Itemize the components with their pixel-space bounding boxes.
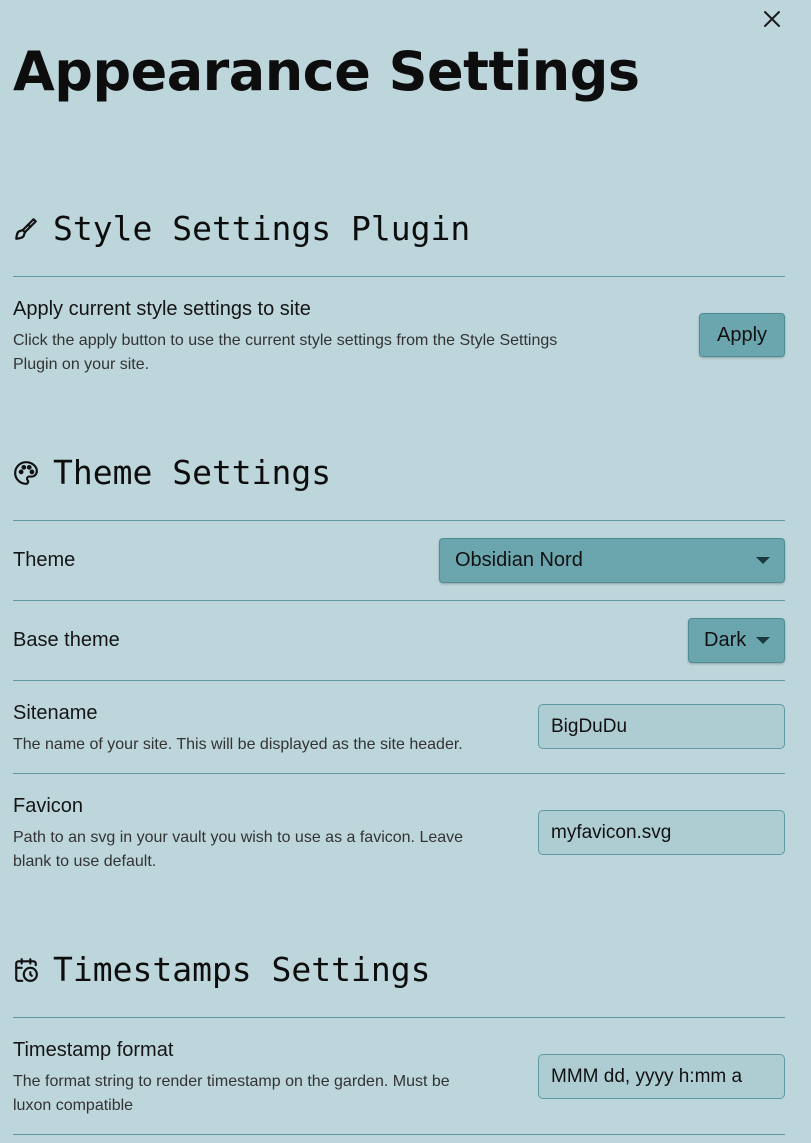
calendar-clock-icon	[15, 957, 38, 982]
section-heading-theme-settings: Theme Settings	[13, 453, 331, 492]
divider	[13, 773, 785, 774]
setting-name-sitename: Sitename	[13, 702, 98, 724]
setting-desc-apply-style-line1: Click the apply button to use the curren…	[13, 332, 558, 349]
setting-desc-sitename: The name of your site. This will be disp…	[13, 736, 463, 753]
section-heading-label: Timestamps Settings	[53, 950, 431, 989]
setting-desc-favicon-line1: Path to an svg in your vault you wish to…	[13, 829, 464, 846]
favicon-input[interactable]	[538, 810, 785, 855]
setting-name-apply-style: Apply current style settings to site	[13, 298, 311, 320]
paintbrush-icon	[15, 217, 37, 240]
setting-name-base-theme: Base theme	[13, 629, 120, 651]
divider	[13, 680, 785, 681]
divider	[13, 276, 785, 277]
sitename-input[interactable]	[538, 704, 785, 749]
setting-desc-timestamp-format-line1: The format string to render timestamp on…	[13, 1073, 450, 1090]
chevron-down-icon	[756, 637, 770, 644]
timestamp-format-input[interactable]	[538, 1054, 785, 1099]
palette-icon	[14, 460, 38, 485]
setting-desc-favicon-line2: blank to use default.	[13, 853, 157, 870]
setting-desc-apply-style-line2: Plugin on your site.	[13, 356, 150, 373]
divider	[13, 600, 785, 601]
setting-name-favicon: Favicon	[13, 795, 84, 817]
setting-name-theme: Theme	[13, 549, 76, 571]
close-icon	[764, 11, 780, 27]
apply-button[interactable]: Apply	[699, 313, 785, 357]
divider	[13, 520, 785, 521]
page-title: Appearance Settings	[13, 40, 640, 103]
setting-name-timestamp-format: Timestamp format	[13, 1039, 174, 1061]
base-theme-dropdown[interactable]: Dark	[688, 618, 785, 663]
close-button[interactable]	[759, 6, 785, 32]
section-heading-timestamps-settings: Timestamps Settings	[13, 950, 431, 989]
section-heading-label: Theme Settings	[53, 453, 332, 492]
setting-desc-timestamp-format-line2: luxon compatible	[13, 1097, 134, 1114]
chevron-down-icon	[756, 557, 770, 564]
section-heading-style-settings: Style Settings Plugin	[13, 209, 470, 248]
divider	[13, 1017, 785, 1018]
divider	[13, 1134, 785, 1135]
section-heading-label: Style Settings Plugin	[53, 209, 471, 248]
theme-dropdown-value: Obsidian Nord	[455, 549, 583, 571]
theme-dropdown[interactable]: Obsidian Nord	[439, 538, 785, 583]
base-theme-dropdown-value: Dark	[704, 629, 747, 651]
